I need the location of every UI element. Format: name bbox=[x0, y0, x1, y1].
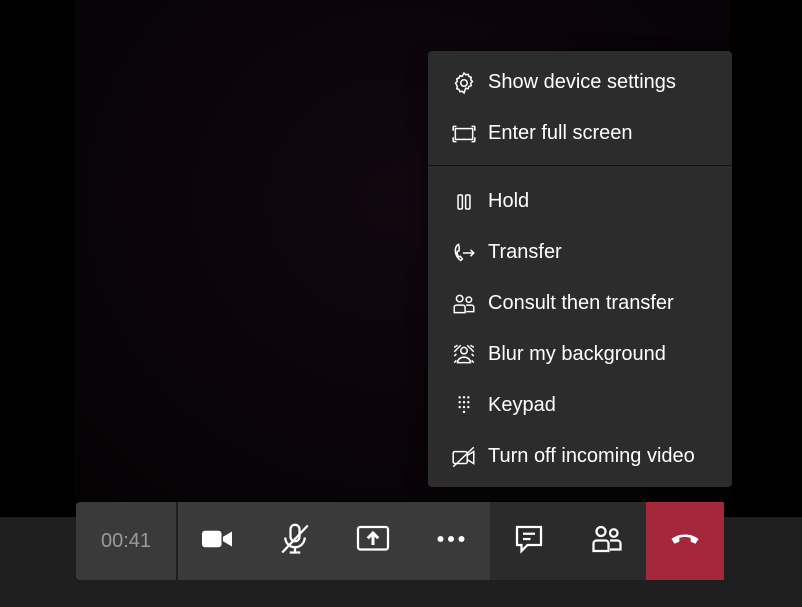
hang-up-button[interactable] bbox=[646, 502, 724, 580]
menu-item-turn-off-incoming-video[interactable]: Turn off incoming video bbox=[428, 431, 732, 482]
pause-icon bbox=[450, 188, 478, 216]
keypad-icon bbox=[450, 392, 478, 420]
menu-item-show-device-settings[interactable]: Show device settings bbox=[428, 57, 732, 108]
call-timer: 00:41 bbox=[76, 502, 178, 580]
menu-item-label: Show device settings bbox=[488, 71, 676, 93]
menu-item-transfer[interactable]: Transfer bbox=[428, 227, 732, 278]
blur-icon bbox=[450, 341, 478, 369]
share-screen-icon bbox=[355, 521, 391, 562]
call-control-bar: 00:41 bbox=[76, 502, 726, 580]
more-actions-menu: Show device settings Enter full screen H… bbox=[428, 51, 732, 487]
camera-icon bbox=[199, 521, 235, 562]
menu-item-label: Transfer bbox=[488, 241, 562, 263]
fullscreen-icon bbox=[450, 120, 478, 148]
menu-item-label: Hold bbox=[488, 190, 530, 212]
camera-button[interactable] bbox=[178, 502, 256, 580]
microphone-button[interactable] bbox=[256, 502, 334, 580]
video-off-icon bbox=[450, 443, 478, 471]
menu-item-keypad[interactable]: Keypad bbox=[428, 380, 732, 431]
menu-item-label: Turn off incoming video bbox=[488, 445, 695, 467]
call-window: Show device settings Enter full screen H… bbox=[0, 0, 802, 607]
hang-up-icon bbox=[667, 521, 703, 562]
menu-item-blur-background[interactable]: Blur my background bbox=[428, 329, 732, 380]
gear-icon bbox=[450, 69, 478, 97]
chat-button[interactable] bbox=[490, 502, 568, 580]
menu-item-consult-then-transfer[interactable]: Consult then transfer bbox=[428, 278, 732, 329]
participants-icon bbox=[589, 521, 625, 562]
menu-item-label: Blur my background bbox=[488, 343, 666, 365]
more-actions-button[interactable] bbox=[412, 502, 490, 580]
transfer-icon bbox=[450, 239, 478, 267]
share-screen-button[interactable] bbox=[334, 502, 412, 580]
menu-item-label: Consult then transfer bbox=[488, 292, 674, 314]
menu-item-label: Enter full screen bbox=[488, 122, 633, 144]
more-icon bbox=[433, 521, 469, 562]
menu-item-hold[interactable]: Hold bbox=[428, 176, 732, 227]
mic-off-icon bbox=[277, 521, 313, 562]
menu-item-enter-full-screen[interactable]: Enter full screen bbox=[428, 108, 732, 159]
menu-item-label: Keypad bbox=[488, 394, 556, 416]
chat-icon bbox=[511, 521, 547, 562]
menu-divider bbox=[428, 165, 732, 166]
people-icon bbox=[450, 290, 478, 318]
participants-button[interactable] bbox=[568, 502, 646, 580]
